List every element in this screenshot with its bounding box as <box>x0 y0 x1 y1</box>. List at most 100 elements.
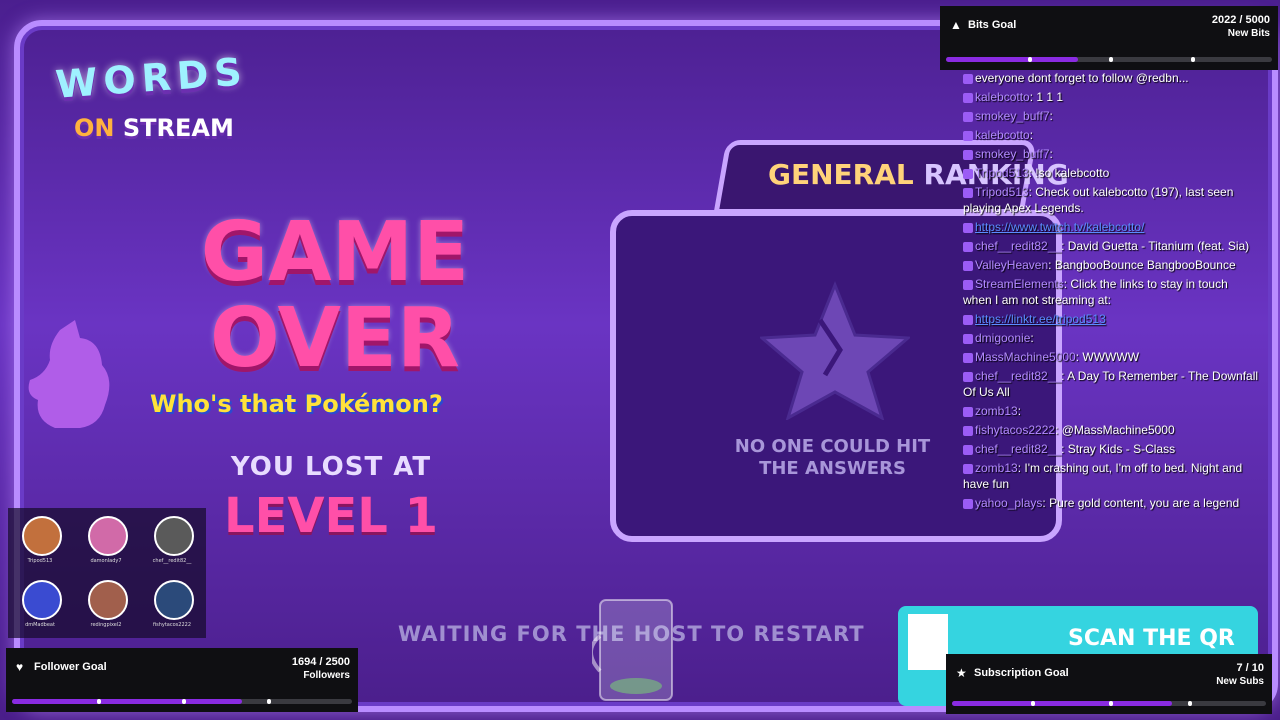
progress-marker <box>97 699 101 704</box>
chat-message: everyone dont forget to follow @redbn... <box>963 70 1259 86</box>
chat-username[interactable]: smokey_buff7 <box>975 147 1050 161</box>
logo-on-stream: ON STREAM <box>74 114 234 142</box>
chat-link[interactable]: https://www.twitch.tv/kalebcotto/ <box>975 220 1144 234</box>
chat-message: zomb13: I'm crashing out, I'm off to bed… <box>963 460 1259 492</box>
chat-message: StreamElements: Click the links to stay … <box>963 276 1259 308</box>
chat-username[interactable]: kalebcotto <box>975 128 1030 142</box>
chat-link[interactable]: https://linktr.ee/tripod513 <box>975 312 1106 326</box>
follower-goal-progress-fill <box>12 699 243 704</box>
chat-message: fishytacos2222: @MassMachine5000 <box>963 422 1259 438</box>
subscription-goal-progress-track <box>952 701 1266 706</box>
chat-message: kalebcotto: 1 1 1 <box>963 89 1259 105</box>
viewer-avatar[interactable]: damonlady7 <box>76 510 136 572</box>
chat-separator: : <box>1055 423 1062 437</box>
bits-goal-progress-fill <box>946 57 1078 62</box>
chat-badge-icon <box>963 425 973 436</box>
chat-username[interactable]: kalebcotto <box>975 90 1030 104</box>
chat-username[interactable]: Tripod513 <box>975 185 1029 199</box>
qr-code-icon <box>908 614 948 670</box>
chat-username[interactable]: yahoo_plays <box>975 496 1042 510</box>
avatar <box>154 580 194 620</box>
ranking-title-general: GENERAL <box>768 158 914 191</box>
chat-username[interactable]: chef__redit82__ <box>975 239 1061 253</box>
chat-badge-icon <box>963 352 973 363</box>
follower-goal-unit: Followers <box>303 670 350 681</box>
tip-jar-icon <box>592 599 673 701</box>
chat-message: MassMachine5000: WWWWW <box>963 349 1259 365</box>
viewer-avatar[interactable]: fishytacos2222 <box>142 574 202 636</box>
logo-stream-word: STREAM <box>122 114 234 142</box>
avatar <box>88 516 128 556</box>
chat-message: chef__redit82__: Stray Kids - S-Class <box>963 441 1259 457</box>
viewer-avatar[interactable]: redingpixel2 <box>76 574 136 636</box>
subscription-goal-count: 7 / 10 <box>1236 662 1264 674</box>
avatar <box>88 580 128 620</box>
chat-message: Tripod513: !so kalebcotto <box>963 165 1259 181</box>
viewer-avatar[interactable]: chef__redit82__ <box>142 510 202 572</box>
chat-badge-icon <box>963 222 973 233</box>
bits-goal-widget: ▲ Bits Goal 2022 / 5000 New Bits <box>940 6 1278 70</box>
progress-marker <box>182 699 186 704</box>
avatar-username: chef__redit82__ <box>152 558 192 564</box>
chat-username[interactable]: ValleyHeaven <box>975 258 1048 272</box>
avatar-username: dmMadbeat <box>25 622 55 628</box>
follower-goal-count: 1694 / 2500 <box>291 656 350 668</box>
chat-username[interactable]: MassMachine5000 <box>975 350 1076 364</box>
chat-message: smokey_buff7: <box>963 108 1259 124</box>
progress-marker <box>1027 57 1032 62</box>
chat-badge-icon <box>963 371 973 382</box>
avatar-username: fishytacos2222 <box>152 622 192 628</box>
follower-goal-title: Follower Goal <box>34 661 107 673</box>
chat-text: everyone dont forget to follow @redbn... <box>975 71 1189 85</box>
bits-icon: ▲ <box>950 18 962 32</box>
chat-text: WWWWW <box>1082 350 1140 364</box>
chat-text: David Guetta - Titanium (feat. Sia) <box>1067 239 1250 253</box>
progress-marker <box>1109 701 1113 706</box>
chat-username[interactable]: chef__redit82__ <box>975 369 1061 383</box>
game-over-title: GAME OVER <box>200 210 470 382</box>
chat-badge-icon <box>963 333 973 344</box>
pokemon-silhouette-icon <box>28 320 110 428</box>
chat-username[interactable]: zomb13 <box>975 461 1018 475</box>
chat-username[interactable]: smokey_buff7 <box>975 109 1050 123</box>
chat-badge-icon <box>963 260 973 271</box>
chat-username[interactable]: fishytacos2222 <box>975 423 1055 437</box>
avatar-username: Tripod513 <box>27 558 53 564</box>
subscription-goal-unit: New Subs <box>1216 676 1264 687</box>
viewer-avatar[interactable]: dmMadbeat <box>10 574 70 636</box>
chat-username[interactable]: chef__redit82__ <box>975 442 1061 456</box>
chat-panel[interactable]: everyone dont forget to follow @redbn...… <box>958 70 1262 652</box>
chat-message: yahoo_plays: Pure gold content, you are … <box>963 495 1259 511</box>
progress-marker <box>1030 701 1035 706</box>
progress-marker <box>1187 701 1192 706</box>
chat-username[interactable]: StreamElements <box>975 277 1064 291</box>
subscription-goal-title: Subscription Goal <box>974 667 1069 679</box>
chat-message: https://linktr.ee/tripod513 <box>963 311 1259 327</box>
avatar <box>154 516 194 556</box>
level-label: LEVEL 1 <box>223 488 438 544</box>
chat-separator: : <box>1049 147 1053 161</box>
chat-message: ValleyHeaven: BangbooBounce BangbooBounc… <box>963 257 1259 273</box>
chat-badge-icon <box>963 279 973 290</box>
lost-at-label: YOU LOST AT <box>230 452 432 482</box>
viewer-avatar[interactable]: Tripod513 <box>10 510 70 572</box>
chat-username[interactable]: Tripod513 <box>975 166 1029 180</box>
chat-message: zomb13: <box>963 403 1259 419</box>
bits-goal-count: 2022 / 5000 <box>1211 14 1270 26</box>
whos-that-pokemon-caption: Who's that Pokémon? <box>150 390 443 418</box>
chat-text: Pure gold content, you are a legend <box>1049 496 1240 510</box>
subscription-goal-widget: ★ Subscription Goal 7 / 10 New Subs <box>946 654 1272 714</box>
chat-separator: : <box>1030 331 1034 345</box>
chat-badge-icon <box>963 111 973 122</box>
avatar <box>22 580 62 620</box>
chat-badge-icon <box>963 168 973 179</box>
chat-username[interactable]: zomb13 <box>975 404 1018 418</box>
chat-badge-icon <box>963 73 973 84</box>
chat-message: Tripod513: Check out kalebcotto (197), l… <box>963 184 1259 216</box>
chat-username[interactable]: dmigoonie <box>975 331 1030 345</box>
chat-separator: : <box>1049 109 1053 123</box>
chat-badge-icon <box>963 444 973 455</box>
progress-marker <box>1190 57 1195 62</box>
chat-separator: : <box>1048 258 1055 272</box>
qr-banner-text: SCAN THE QR <box>1068 626 1235 651</box>
